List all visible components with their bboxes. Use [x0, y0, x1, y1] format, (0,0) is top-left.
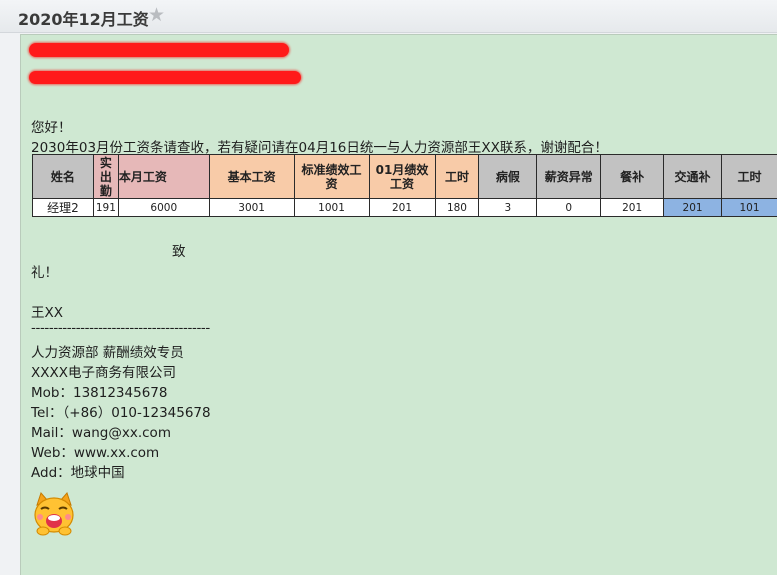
- table-cell: 3: [479, 199, 537, 217]
- table-header: 交通补: [664, 155, 722, 199]
- table-cell: 0: [537, 199, 601, 217]
- greeting: 您好！: [31, 116, 72, 136]
- table-cell: 201: [601, 199, 664, 217]
- signature-divider: ----------------------------------------: [31, 320, 210, 336]
- table-cell: 6000: [118, 199, 209, 217]
- cat-emoji-avatar: [31, 491, 77, 537]
- mail-header: 2020年12月工资 ★: [0, 0, 777, 33]
- table-header: 姓名: [33, 155, 94, 199]
- salary-table: 姓名 实出勤 本月工资 基本工资 标准绩效工资 01月绩效工资 工时 病假 薪资…: [32, 154, 777, 217]
- table-cell: 3001: [209, 199, 294, 217]
- signature-line: Add：地球中国: [31, 461, 125, 481]
- signature-line: Web：www.xx.com: [31, 441, 159, 461]
- table-header: 病假: [479, 155, 537, 199]
- closing-li: 礼！: [31, 261, 58, 281]
- signature-line: 人力资源部 薪酬绩效专员: [31, 341, 184, 361]
- signature-line: Mob：13812345678: [31, 381, 167, 401]
- intro-text: 2030年03月份工资条请查收，若有疑问请在04月16日统一与人力资源部王XX联…: [31, 136, 608, 156]
- table-cell: 201: [664, 199, 722, 217]
- signature-line: Mail：wang@xx.com: [31, 421, 171, 441]
- table-header: 01月绩效工资: [369, 155, 435, 199]
- table-header: 工时: [722, 155, 777, 199]
- table-cell: 201: [369, 199, 435, 217]
- closing-zhi: 致: [172, 240, 186, 260]
- star-icon[interactable]: ★: [148, 4, 165, 26]
- table-header-text: 实出勤: [99, 156, 113, 198]
- redaction-mark: [29, 43, 289, 57]
- table-cell: 经理2: [33, 199, 94, 217]
- table-header: 餐补: [601, 155, 664, 199]
- table-row: 经理2 191 6000 3001 1001 201 180 3 0 201 2…: [33, 199, 777, 217]
- table-header: 标准绩效工资: [294, 155, 369, 199]
- redaction-mark: [29, 71, 301, 84]
- table-header: 实出勤: [93, 155, 118, 199]
- sender-info: [29, 41, 329, 89]
- table-header-text: 标准绩效工资: [300, 163, 364, 191]
- mail-subject: 2020年12月工资: [18, 6, 149, 30]
- table-cell: 180: [435, 199, 479, 217]
- table-cell: 191: [93, 199, 118, 217]
- table-cell: 101: [722, 199, 777, 217]
- table-header: 工时: [435, 155, 479, 199]
- mail-body: 您好！ 2030年03月份工资条请查收，若有疑问请在04月16日统一与人力资源部…: [20, 34, 777, 575]
- table-header-row: 姓名 实出勤 本月工资 基本工资 标准绩效工资 01月绩效工资 工时 病假 薪资…: [33, 155, 777, 199]
- table-header: 本月工资: [118, 155, 209, 199]
- table-cell: 1001: [294, 199, 369, 217]
- table-header-text: 01月绩效工资: [374, 163, 430, 191]
- signature-line: XXXX电子商务有限公司: [31, 361, 176, 381]
- signature-line: Tel：（+86）010-12345678: [31, 401, 211, 421]
- sender-name: 王XX: [31, 301, 63, 321]
- table-header: 薪资异常: [537, 155, 601, 199]
- table-header: 基本工资: [209, 155, 294, 199]
